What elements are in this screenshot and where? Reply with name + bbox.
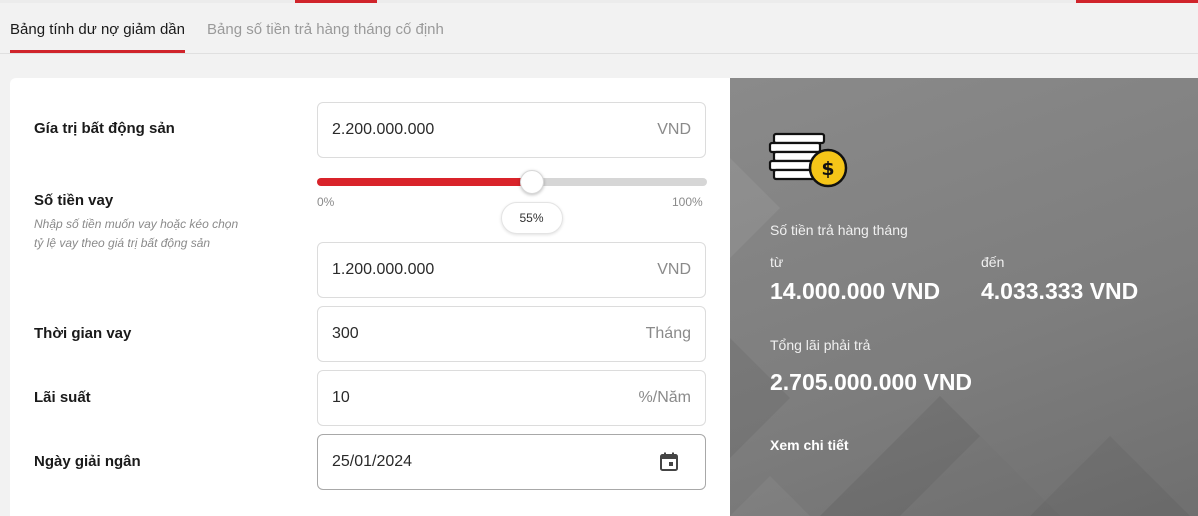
coins-dollar-icon: $ xyxy=(768,130,852,199)
disbursement-date-field[interactable]: 25/01/2024 xyxy=(317,434,706,490)
loan-term-unit: Tháng xyxy=(645,325,691,342)
from-label: từ xyxy=(770,254,784,270)
slider-max-label: 100% xyxy=(672,195,703,209)
loan-amount-input[interactable]: 1.200.000.000 xyxy=(332,261,434,279)
property-value-unit: VND xyxy=(657,121,691,138)
slider-min-label: 0% xyxy=(317,195,335,209)
slider-fill xyxy=(317,178,532,186)
property-value-label: Gía trị bất động sản xyxy=(34,120,175,137)
interest-rate-field[interactable]: 10 %/Năm xyxy=(317,370,706,426)
tab-fixed-monthly[interactable]: Bảng số tiền trả hàng tháng cố định xyxy=(207,21,444,53)
loan-term-label: Thời gian vay xyxy=(34,325,132,342)
loan-ratio-slider[interactable] xyxy=(317,170,707,194)
loan-amount-label: Số tiền vay xyxy=(34,192,114,209)
calculator-tabs: Bảng tính dư nợ giảm dần Bảng số tiền tr… xyxy=(0,0,1198,54)
disbursement-date-label: Ngày giải ngân xyxy=(34,453,141,470)
monthly-to-value: 4.033.333 VND xyxy=(981,278,1139,304)
view-details-link[interactable]: Xem chi tiết xyxy=(770,437,849,453)
monthly-from-value: 14.000.000 VND xyxy=(770,278,941,304)
monthly-payment-label: Số tiền trả hàng tháng xyxy=(770,222,908,238)
slider-value-bubble: 55% xyxy=(500,202,563,234)
loan-amount-hint: Nhập số tiền muốn vay hoặc kéo chọn tỷ l… xyxy=(34,217,239,250)
result-panel: $ Số tiền trả hàng tháng từ đến 14.000.0… xyxy=(730,78,1198,516)
loan-term-input[interactable]: 300 xyxy=(332,325,359,343)
loan-amount-unit: VND xyxy=(657,261,691,278)
tab-declining-balance[interactable]: Bảng tính dư nợ giảm dần xyxy=(10,21,185,53)
loan-term-field[interactable]: 300 Tháng xyxy=(317,306,706,362)
svg-text:$: $ xyxy=(821,158,834,180)
loan-amount-field[interactable]: 1.200.000.000 VND xyxy=(317,242,706,298)
disbursement-date-input[interactable]: 25/01/2024 xyxy=(332,453,412,471)
interest-rate-label: Lãi suất xyxy=(34,389,91,406)
interest-rate-unit: %/Năm xyxy=(638,389,691,406)
property-value-input[interactable]: 2.200.000.000 xyxy=(332,121,434,139)
calendar-icon[interactable] xyxy=(659,452,679,472)
loan-form-card: Gía trị bất động sản 2.200.000.000 VND S… xyxy=(10,78,730,516)
total-interest-label: Tổng lãi phải trả xyxy=(770,337,871,353)
property-value-field[interactable]: 2.200.000.000 VND xyxy=(317,102,706,158)
to-label: đến xyxy=(981,254,1005,270)
interest-rate-input[interactable]: 10 xyxy=(332,389,350,407)
slider-handle[interactable] xyxy=(519,170,544,194)
total-interest-value: 2.705.000.000 VND xyxy=(770,369,973,395)
